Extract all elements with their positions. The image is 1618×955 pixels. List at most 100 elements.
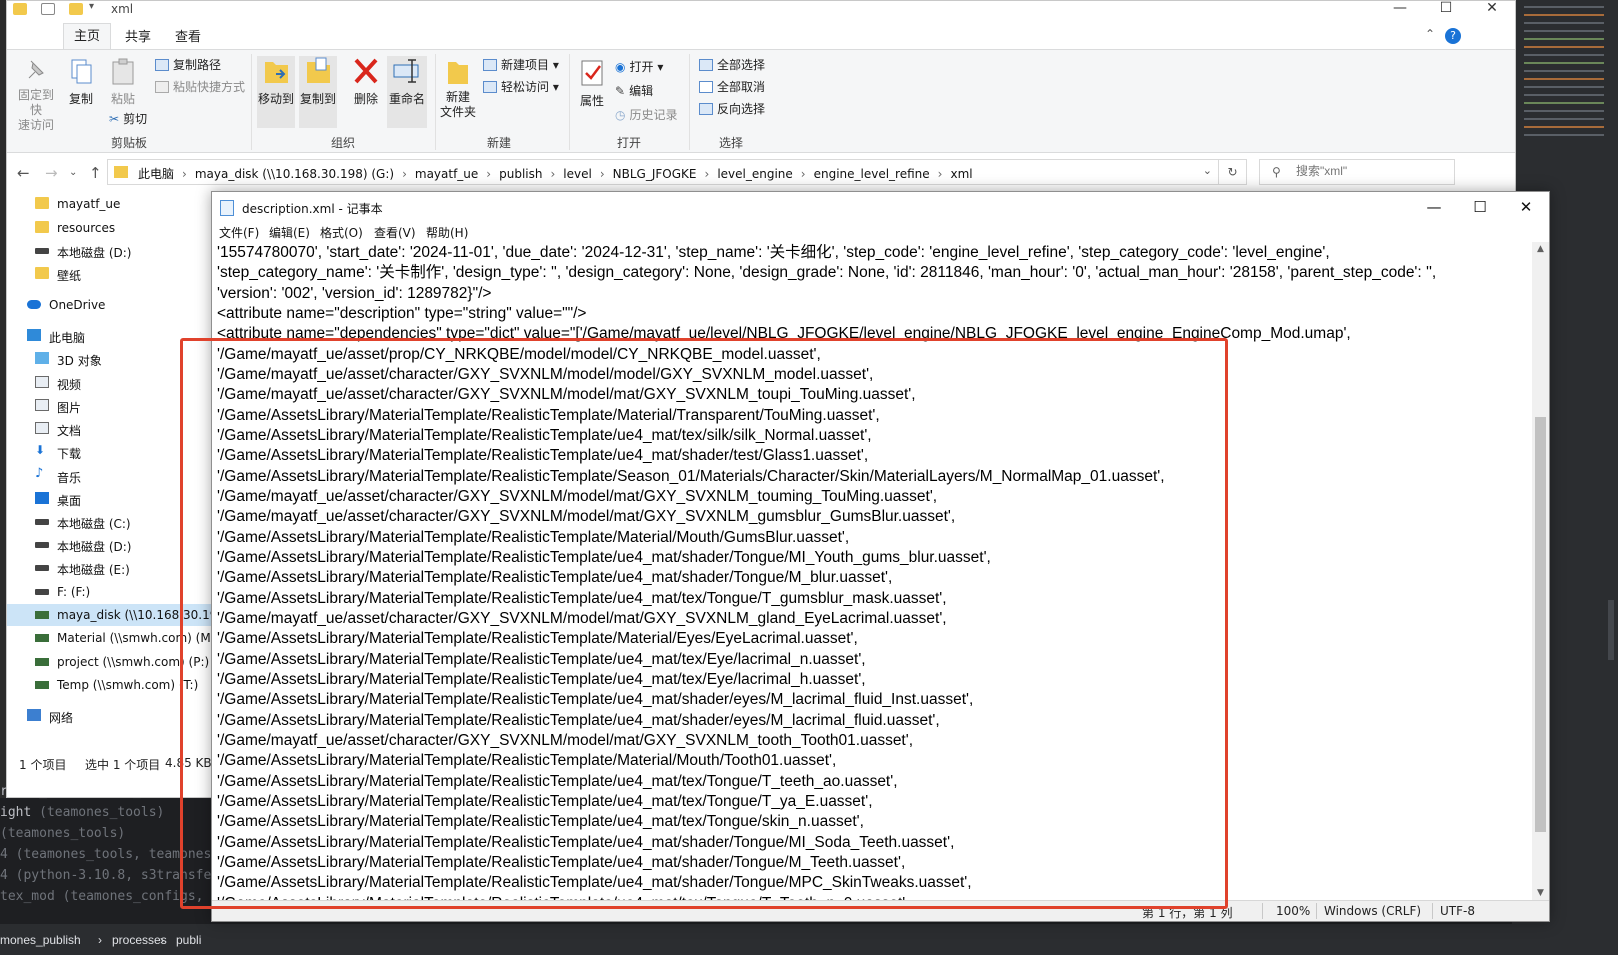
search-input[interactable] (1296, 164, 1446, 178)
breadcrumb-separator-icon[interactable]: › (600, 167, 605, 181)
menu-help[interactable]: 帮助(H) (426, 224, 468, 241)
nav-item-label: F: (F:) (57, 585, 91, 599)
delete-button[interactable]: 删除 (349, 56, 383, 107)
breadcrumb-item[interactable]: publish (499, 167, 542, 181)
folder-icon (35, 221, 49, 233)
documents-icon (35, 422, 49, 434)
history-button[interactable]: ◷ 历史记录 (615, 106, 678, 123)
breadcrumb-separator-icon[interactable]: › (938, 167, 943, 181)
copy-to-button[interactable]: 复制到 (299, 56, 337, 128)
easy-access-button[interactable]: 轻松访问 ▾ (483, 78, 559, 95)
address-dropdown-chevron-icon[interactable]: ⌄ (1203, 164, 1212, 177)
scrollbar-thumb[interactable] (1535, 417, 1546, 832)
breadcrumb-separator-icon[interactable]: › (402, 167, 407, 181)
select-none-button[interactable]: 全部取消 (699, 78, 765, 95)
nav-item-label: resources (57, 221, 116, 235)
line-ending: Windows (CRLF) (1324, 904, 1422, 918)
refresh-icon[interactable]: ↻ (1219, 159, 1247, 185)
new-folder-quick-icon[interactable] (69, 3, 83, 15)
notepad-titlebar: description.xml - 记事本 — ☐ ✕ (212, 192, 1549, 222)
group-divider (251, 54, 252, 150)
breadcrumb-item[interactable]: 此电脑 (138, 167, 174, 181)
breadcrumb-item[interactable]: maya_disk (\\10.168.30.198) (G:) (195, 167, 394, 181)
invert-selection-button[interactable]: 反向选择 (699, 100, 765, 117)
up-arrow-icon[interactable]: ↑ (89, 164, 102, 182)
vertical-scrollbar[interactable]: ▲ ▼ (1532, 242, 1549, 900)
network-drive-icon (35, 658, 49, 666)
breadcrumb-separator-icon[interactable]: › (801, 167, 806, 181)
new-item-button[interactable]: 新建项目 ▾ (483, 56, 559, 73)
terminal-breadcrumb-item[interactable]: processes (112, 933, 167, 947)
scroll-down-icon[interactable]: ▼ (1532, 888, 1549, 898)
breadcrumb-item[interactable]: level (563, 167, 592, 181)
edit-button[interactable]: ✎ 编辑 (615, 82, 653, 99)
breadcrumb-separator-icon[interactable]: › (160, 933, 164, 947)
nav-item[interactable]: 壁纸 (7, 263, 217, 285)
address-input[interactable]: 此电脑 › maya_disk (\\10.168.30.198) (G:) › may… (107, 159, 1219, 185)
tab-share[interactable]: 共享 (125, 26, 151, 45)
rename-button[interactable]: 重命名 (387, 56, 427, 128)
breadcrumb-item[interactable]: mayatf_ue (415, 167, 478, 181)
scroll-up-icon[interactable]: ▲ (1532, 244, 1549, 254)
properties-button[interactable]: 属性 (575, 58, 609, 109)
pin-quick-access-button[interactable]: 固定到快 速访问 (13, 58, 59, 133)
terminal-breadcrumb-item[interactable]: publi (176, 933, 201, 947)
edit-icon: ✎ (615, 84, 626, 98)
terminal-breadcrumb-item[interactable]: mones_publish (0, 933, 81, 947)
tab-home[interactable]: 主页 (63, 23, 112, 49)
breadcrumb-separator-icon[interactable]: › (486, 167, 491, 181)
forward-arrow-icon[interactable]: → (45, 164, 58, 182)
open-button[interactable]: ◉ 打开 ▾ (615, 58, 663, 75)
nav-item[interactable]: 本地磁盘 (D:) (7, 240, 217, 262)
breadcrumb-separator-icon[interactable]: › (182, 167, 187, 181)
help-icon[interactable]: ? (1445, 28, 1461, 44)
nav-item[interactable]: resources (7, 217, 217, 239)
move-to-button[interactable]: 移动到 (257, 56, 295, 128)
copy-path-button[interactable]: 复制路径 (155, 56, 221, 73)
minimize-button[interactable]: — (1377, 1, 1423, 19)
close-button[interactable]: ✕ (1469, 1, 1515, 19)
zoom-level: 100% (1276, 904, 1311, 918)
nav-item[interactable]: mayatf_ue (7, 193, 217, 215)
breadcrumb-item[interactable]: xml (950, 167, 972, 181)
tab-view[interactable]: 查看 (175, 26, 201, 45)
breadcrumb-item[interactable]: NBLG_JFOGKE (613, 167, 697, 181)
cut-button[interactable]: ✂ 剪切 (109, 110, 147, 127)
breadcrumb-item[interactable]: level_engine (717, 167, 792, 181)
pictures-icon (35, 399, 49, 411)
breadcrumb-separator-icon[interactable]: › (550, 167, 555, 181)
nav-item-label: OneDrive (49, 298, 106, 312)
paste-button[interactable]: 粘贴 (107, 58, 139, 107)
group-label-open: 打开 (617, 136, 642, 150)
maximize-button[interactable]: ☐ (1423, 1, 1469, 19)
menu-edit[interactable]: 编辑(E) (269, 224, 310, 241)
copy-button[interactable]: 复制 (65, 58, 97, 107)
paste-shortcut-button[interactable]: 粘贴快捷方式 (155, 78, 245, 95)
breadcrumb-separator-icon[interactable]: › (705, 167, 710, 181)
terminal-text: ight (0, 805, 32, 820)
breadcrumb-separator-icon[interactable]: › (98, 933, 102, 947)
new-folder-button[interactable]: 新建 文件夹 (439, 58, 477, 120)
group-label-organize: 组织 (331, 136, 356, 150)
rename-icon (393, 59, 419, 83)
properties-icon (581, 60, 603, 86)
search-box[interactable]: ⚲ (1259, 159, 1455, 185)
editor-scrollbar[interactable] (1608, 600, 1614, 660)
breadcrumb-item[interactable]: engine_level_refine (814, 167, 930, 181)
maximize-button[interactable]: ☐ (1457, 195, 1503, 219)
network-icon (27, 709, 41, 721)
nav-item[interactable]: OneDrive (7, 294, 217, 316)
select-all-button[interactable]: 全部选择 (699, 56, 765, 73)
menu-file[interactable]: 文件(F) (219, 224, 259, 241)
menu-view[interactable]: 查看(V) (374, 224, 416, 241)
close-button[interactable]: ✕ (1503, 195, 1549, 219)
menu-format[interactable]: 格式(O) (320, 224, 363, 241)
minimize-button[interactable]: — (1411, 195, 1457, 219)
network-drive-icon (35, 611, 49, 619)
paste-icon (112, 58, 134, 85)
recent-locations-chevron-icon[interactable]: ⌄ (69, 167, 77, 178)
quick-access-dropdown-icon[interactable]: ▾ (89, 1, 94, 12)
back-arrow-icon[interactable]: ← (17, 164, 30, 182)
collapse-ribbon-icon[interactable]: ⌃ (1425, 27, 1435, 41)
properties-quick-icon[interactable] (41, 3, 55, 15)
